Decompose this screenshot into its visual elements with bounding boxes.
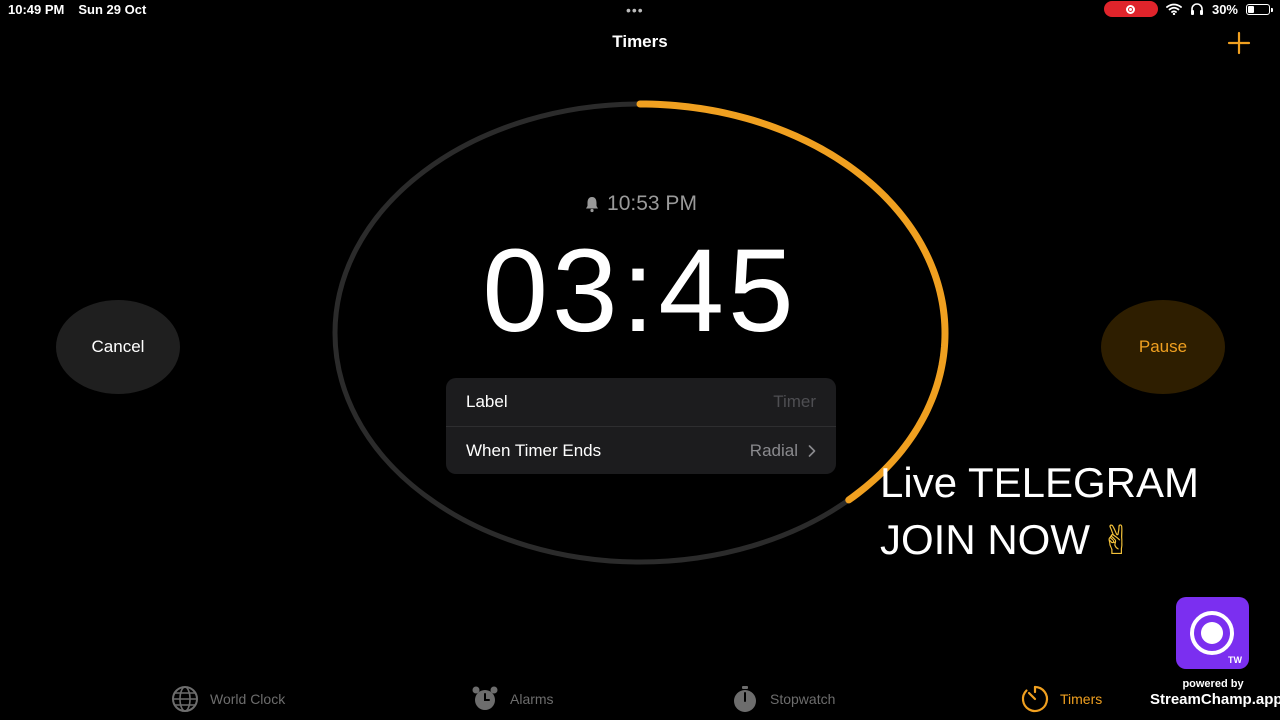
stopwatch-icon — [734, 686, 756, 712]
tab-stopwatch-label: Stopwatch — [770, 691, 836, 707]
timer-progress-ring — [332, 100, 949, 565]
bell-icon — [586, 197, 599, 213]
promo-overlay: Live TELEGRAM JOIN NOW ✌ — [880, 454, 1199, 570]
tab-world-clock-label: World Clock — [210, 691, 286, 707]
streamchamp-site-text: StreamChamp.app — [1150, 691, 1280, 708]
streamchamp-badge: TW — [1228, 655, 1242, 665]
streamchamp-logo: TW — [1176, 597, 1249, 669]
timer-screen: 10:49 PM Sun 29 Oct ••• 30% Timers 10:53… — [0, 0, 1280, 720]
label-row-title: Label — [466, 392, 508, 411]
alarm-end-time: 10:53 PM — [0, 192, 1280, 216]
powered-by-text: powered by — [1182, 678, 1244, 690]
alarm-end-time-text: 10:53 PM — [607, 192, 697, 215]
when-timer-ends-title: When Timer Ends — [466, 440, 602, 460]
timer-options-card: Label Timer When Timer Ends Radial — [446, 378, 836, 474]
tab-world-clock[interactable]: World Clock — [170, 684, 285, 714]
when-timer-ends-value-group: Radial — [750, 441, 816, 461]
label-row-value: Timer — [773, 392, 816, 411]
tab-alarms[interactable]: Alarms — [470, 684, 554, 714]
promo-line-2: JOIN NOW — [880, 516, 1090, 563]
timer-icon — [1021, 685, 1049, 713]
tab-stopwatch[interactable]: Stopwatch — [730, 684, 835, 714]
victory-hand-icon: ✌ — [1099, 519, 1134, 563]
countdown-display: 03:45 — [482, 225, 798, 357]
promo-line-1: Live TELEGRAM — [880, 459, 1199, 506]
streamchamp-ring-icon — [1190, 611, 1234, 655]
alarm-clock-icon — [472, 686, 498, 710]
tab-timers-label: Timers — [1060, 691, 1103, 707]
promo-line-2-group: JOIN NOW ✌ — [880, 511, 1199, 570]
when-timer-ends-value: Radial — [749, 440, 798, 460]
when-timer-ends-row[interactable]: When Timer Ends Radial — [446, 426, 836, 474]
chevron-right-icon — [808, 444, 816, 457]
label-row[interactable]: Label Timer — [446, 378, 836, 426]
globe-icon — [172, 686, 198, 712]
tab-timers[interactable]: Timers — [1020, 684, 1102, 714]
tab-alarms-label: Alarms — [510, 691, 554, 707]
pause-button[interactable]: Pause — [1101, 300, 1225, 394]
cancel-button[interactable]: Cancel — [56, 300, 180, 394]
